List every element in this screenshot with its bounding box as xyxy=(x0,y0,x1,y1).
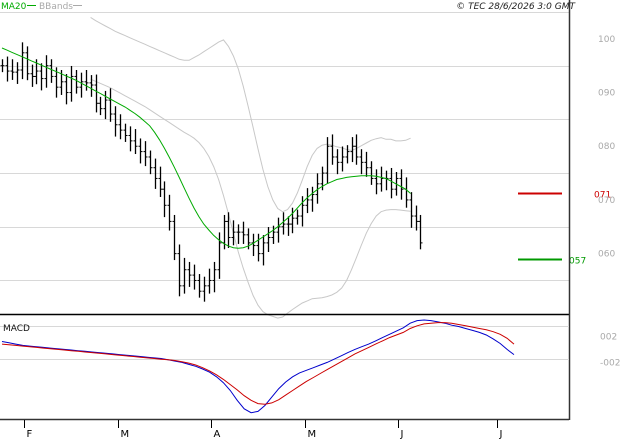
macd-y-tick-label: -002 xyxy=(600,358,620,368)
macd-gridlines xyxy=(0,326,569,360)
x-tick-label: A xyxy=(214,429,221,440)
x-axis: FMAMJJ xyxy=(24,420,503,440)
x-tick-label: M xyxy=(308,429,317,440)
y-tick-label: 060 xyxy=(598,250,615,260)
x-tick-label: J xyxy=(400,429,404,440)
x-tick-label: M xyxy=(121,429,130,440)
x-tick-label: F xyxy=(27,429,33,440)
y-tick-label: 100 xyxy=(598,35,615,45)
macd-y-tick-label: 002 xyxy=(600,332,617,342)
price-panel: 071057 xyxy=(0,12,611,319)
legend-ma20: MA20 xyxy=(1,2,27,12)
stock-chart: 071057 100 090 080 070 060 002 -002 F M A M J J MA2… xyxy=(0,0,620,440)
legend-bbands: BBands xyxy=(39,2,73,12)
y-tick-label: 070 xyxy=(598,196,615,206)
legend: MA20 BBands xyxy=(1,2,82,12)
macd-panel xyxy=(0,319,569,414)
copyright-notice: © TEC 28/6/2026 3:0 GMT xyxy=(456,2,576,12)
y-tick-label: 090 xyxy=(598,89,615,99)
macd-line xyxy=(1,319,515,414)
support-label: 057 xyxy=(569,257,586,267)
y-axis-labels: 100 090 080 070 060 002 -002 xyxy=(598,35,620,369)
macd-title: MACD xyxy=(3,324,30,334)
macd-lines xyxy=(1,319,515,414)
y-tick-label: 080 xyxy=(598,142,615,152)
x-tick-label: J xyxy=(499,429,503,440)
signal-line xyxy=(1,322,515,405)
